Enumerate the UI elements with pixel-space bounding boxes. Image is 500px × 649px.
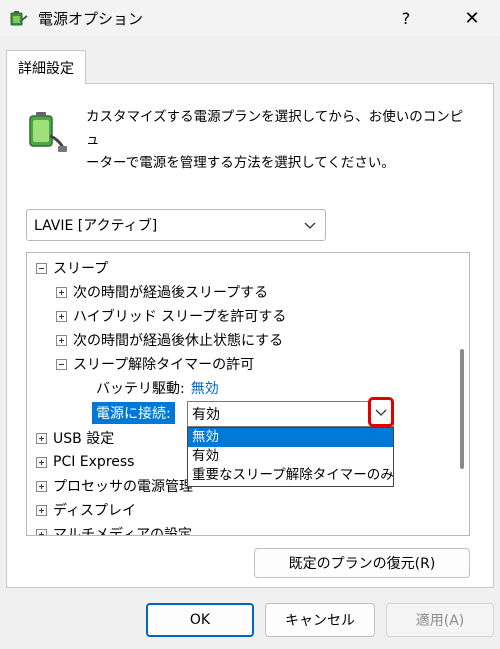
expand-icon[interactable]	[36, 528, 47, 535]
battery-label: バッテリ駆動:	[96, 381, 185, 397]
scrollbar-thumb[interactable]	[460, 349, 464, 469]
combo-dropdown-button[interactable]	[368, 397, 394, 427]
ok-button[interactable]: OK	[146, 603, 254, 637]
plugged-in-label: 電源に接続:	[92, 402, 175, 424]
tree-item-label: プロセッサの電源管理	[53, 479, 193, 495]
power-options-icon	[10, 11, 28, 26]
tree-item-label: ハイブリッド スリープを許可する	[73, 309, 287, 325]
dropdown-option[interactable]: 有効	[188, 447, 393, 466]
close-button[interactable]: ✕	[450, 4, 494, 32]
cancel-button[interactable]: キャンセル	[265, 603, 375, 637]
settings-tree[interactable]: スリープ 次の時間が経過後スリープする ハイブリッド スリープを許可する 次の時…	[26, 252, 470, 536]
tree-item-processor[interactable]: プロセッサの電源管理	[36, 474, 193, 498]
tree-scrollbar[interactable]	[455, 253, 469, 535]
apply-button[interactable]: 適用(A)	[386, 603, 494, 637]
combo-dropdown-list: 無効 有効 重要なスリープ解除タイマーのみ	[187, 427, 394, 487]
tree-item-label: 次の時間が経過後スリープする	[73, 285, 269, 301]
tree-item-battery[interactable]: バッテリ駆動: 無効	[96, 376, 219, 400]
tree-item-hibernate-after[interactable]: 次の時間が経過後休止状態にする	[56, 328, 283, 352]
restore-defaults-button[interactable]: 既定のプランの復元(R)	[254, 548, 470, 578]
combo-value: 有効	[192, 407, 220, 423]
tree-item-label: マルチメディアの設定	[53, 527, 193, 536]
chevron-down-icon	[375, 409, 387, 416]
plugged-in-combo[interactable]: 有効	[187, 401, 394, 427]
power-plan-select[interactable]: LAVIE [アクティブ]	[26, 209, 326, 241]
dropdown-option[interactable]: 無効	[188, 428, 393, 447]
help-button[interactable]: ?	[386, 4, 426, 32]
tab-advanced-settings[interactable]: 詳細設定	[6, 50, 86, 84]
window-title: 電源オプション	[38, 10, 144, 28]
expand-icon[interactable]	[56, 310, 67, 322]
tree-item-sleep[interactable]: スリープ	[36, 256, 108, 280]
tree-item-label: 次の時間が経過後休止状態にする	[73, 333, 284, 349]
power-plan-value: LAVIE [アクティブ]	[34, 218, 158, 234]
dropdown-option[interactable]: 重要なスリープ解除タイマーのみ	[188, 466, 394, 485]
description-line: ーターで電源を管理する方法を選択してください。	[86, 155, 395, 171]
tree-item-multimedia[interactable]: マルチメディアの設定	[36, 522, 193, 536]
tree-item-pci-express[interactable]: PCI Express	[36, 450, 134, 474]
description-line: カスタマイズする電源プランを選択してから、お使いのコンピュ	[86, 109, 464, 148]
tree-item-sleep-after[interactable]: 次の時間が経過後スリープする	[56, 280, 268, 304]
expand-icon[interactable]	[36, 432, 47, 444]
tree-item-label: PCI Express	[53, 454, 135, 470]
tree-item-wake-timers[interactable]: スリープ解除タイマーの許可	[56, 352, 254, 376]
tree-item-label: スリープ	[53, 261, 109, 277]
tree-item-label: ディスプレイ	[53, 503, 137, 519]
tree-item-display[interactable]: ディスプレイ	[36, 498, 136, 522]
expand-icon[interactable]	[56, 334, 67, 346]
tree-item-label: スリープ解除タイマーの許可	[73, 357, 255, 373]
title-bar: 電源オプション ? ✕	[0, 0, 500, 36]
expand-icon[interactable]	[36, 504, 47, 516]
tree-item-plugged-in[interactable]: 電源に接続:	[92, 401, 175, 425]
tree-item-label: USB 設定	[53, 431, 115, 447]
chevron-down-icon	[304, 222, 316, 229]
tree-item-usb[interactable]: USB 設定	[36, 426, 114, 450]
expand-icon[interactable]	[36, 480, 47, 492]
collapse-icon[interactable]	[36, 262, 47, 274]
collapse-icon[interactable]	[56, 358, 67, 370]
tree-item-hybrid-sleep[interactable]: ハイブリッド スリープを許可する	[56, 304, 286, 328]
battery-plug-icon	[29, 112, 67, 152]
description-text: カスタマイズする電源プランを選択してから、お使いのコンピュ ーターで電源を管理す…	[86, 106, 476, 175]
expand-icon[interactable]	[56, 286, 67, 298]
expand-icon[interactable]	[36, 456, 47, 468]
battery-value-link[interactable]: 無効	[191, 378, 219, 398]
